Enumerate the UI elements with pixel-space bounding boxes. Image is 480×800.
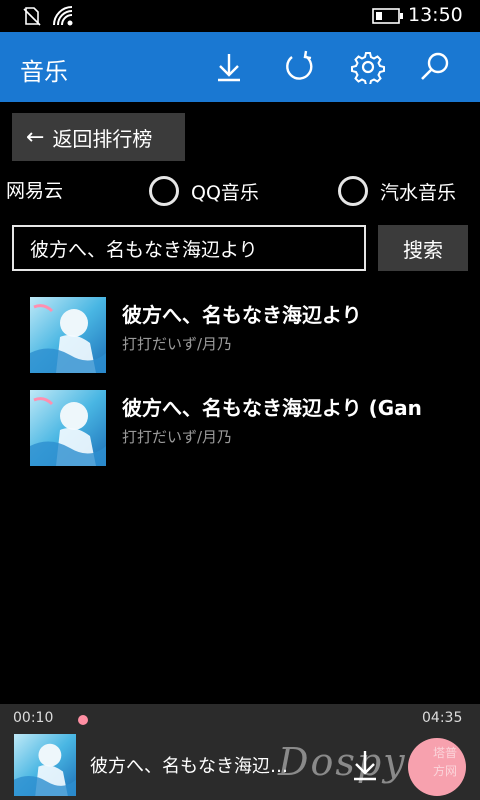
- gear-icon[interactable]: [351, 50, 385, 84]
- source-option-qq[interactable]: QQ音乐: [149, 176, 259, 206]
- status-bar: 13:50: [0, 0, 480, 32]
- search-icon[interactable]: [418, 50, 452, 84]
- app-bar: 音乐: [0, 32, 480, 102]
- source-option-qishui[interactable]: 汽水音乐: [338, 176, 456, 206]
- back-arrow-icon: ←: [26, 124, 45, 150]
- list-item[interactable]: 彼方へ、名もなき海辺より (Gan 打打だいず/月乃: [30, 390, 480, 466]
- album-art: [30, 297, 106, 373]
- source-label: 汽水音乐: [380, 181, 457, 204]
- song-title: 彼方へ、名もなき海辺より (Gan: [122, 396, 422, 420]
- now-playing-bar: 00:10 04:35 彼方へ、名もなき海辺… Dospy 塔普方网: [0, 704, 480, 800]
- now-playing-album-art[interactable]: [14, 734, 76, 796]
- no-sim-icon: [23, 7, 41, 26]
- source-label: 网易云: [6, 180, 64, 202]
- total-time: 04:35: [422, 710, 463, 726]
- list-item[interactable]: 彼方へ、名もなき海辺より 打打だいず/月乃: [30, 297, 480, 373]
- song-title: 彼方へ、名もなき海辺より: [122, 303, 362, 327]
- refresh-icon[interactable]: [282, 50, 316, 84]
- status-time: 13:50: [408, 4, 463, 26]
- download-icon[interactable]: [350, 748, 380, 782]
- song-artist: 打打だいず/月乃: [122, 428, 233, 446]
- download-icon[interactable]: [212, 50, 246, 84]
- music-source-selector: 网易云 QQ音乐 汽水音乐: [0, 172, 480, 212]
- watermark-subtext: 塔普方网: [432, 746, 457, 778]
- source-label: QQ音乐: [191, 181, 259, 204]
- search-button[interactable]: 搜索: [378, 225, 468, 271]
- source-option-netease[interactable]: 网易云: [6, 176, 63, 203]
- progress-thumb[interactable]: [78, 715, 88, 725]
- song-artist: 打打だいず/月乃: [122, 335, 233, 353]
- wifi-icon: [53, 6, 73, 26]
- radio-button[interactable]: [149, 176, 179, 206]
- radio-button[interactable]: [338, 176, 368, 206]
- back-to-charts-button[interactable]: ← 返回排行榜: [12, 113, 185, 161]
- page-title: 音乐: [20, 58, 68, 86]
- current-time: 00:10: [13, 710, 54, 726]
- album-art: [30, 390, 106, 466]
- battery-icon: [372, 8, 403, 24]
- back-button-label: 返回排行榜: [52, 126, 153, 151]
- search-input[interactable]: [12, 225, 366, 271]
- watermark-logo: Dospy: [278, 740, 407, 784]
